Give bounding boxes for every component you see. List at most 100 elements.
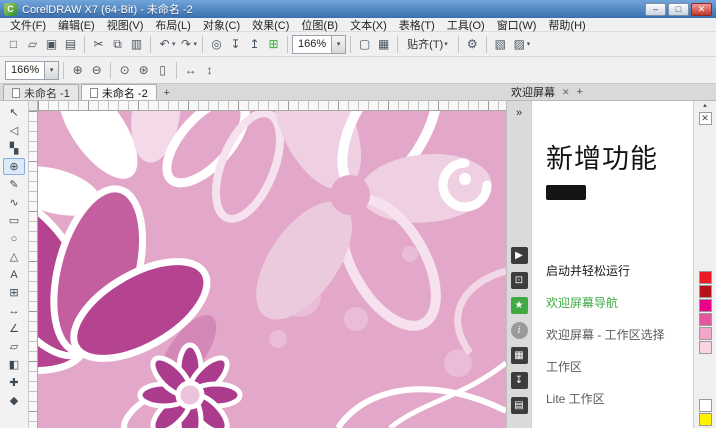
dimension-tool[interactable]: ↔ (3, 302, 25, 319)
menu-object[interactable]: 对象(C) (197, 17, 246, 33)
eyedropper-tool[interactable]: ✚ (3, 374, 25, 391)
chevron-down-icon[interactable]: ▾ (44, 62, 58, 79)
docker-close-icon[interactable]: ✕ (562, 87, 570, 98)
zoom-levels-combo[interactable]: 166% ▾ (5, 61, 59, 80)
menu-tools[interactable]: 工具(O) (441, 17, 491, 33)
info-icon[interactable]: i (511, 322, 528, 339)
export-icon[interactable]: ↥ (245, 35, 264, 54)
toolbar-separator (84, 36, 85, 53)
ruler-origin[interactable] (29, 101, 38, 111)
zoom-tool[interactable]: ⊕ (3, 158, 25, 175)
undo-dropdown-icon[interactable]: ▾ (172, 40, 176, 48)
zoom-to-page-icon[interactable]: ▯ (153, 61, 172, 80)
toolbar-separator (110, 62, 111, 79)
color-swatch-white[interactable] (699, 399, 712, 412)
artistic-media-tool[interactable]: ∿ (3, 194, 25, 211)
rectangle-tool[interactable]: ▭ (3, 212, 25, 229)
shape-tool[interactable]: ◁ (3, 122, 25, 139)
import-icon[interactable]: ↧ (226, 35, 245, 54)
vertical-ruler[interactable] (29, 111, 38, 428)
show-rulers-icon[interactable]: ▦ (374, 35, 393, 54)
no-color-swatch[interactable]: ✕ (699, 112, 712, 125)
table-tool[interactable]: ⊞ (3, 284, 25, 301)
redo-dropdown-icon[interactable]: ▾ (194, 40, 198, 48)
menu-bitmaps[interactable]: 位图(B) (295, 17, 344, 33)
polygon-tool[interactable]: △ (3, 248, 25, 265)
fullscreen-preview-icon[interactable]: ▢ (355, 35, 374, 54)
drawing-canvas[interactable] (38, 111, 506, 428)
print-icon[interactable]: ▤ (61, 35, 80, 54)
updates-download-icon[interactable]: ↧ (511, 372, 528, 389)
zoom-out-icon[interactable]: ⊖ (87, 61, 106, 80)
welcome-screen-tab[interactable]: 欢迎屏幕 (511, 84, 555, 100)
menu-table[interactable]: 表格(T) (393, 17, 441, 33)
save-icon[interactable]: ▣ (42, 35, 61, 54)
link-lite-workspace[interactable]: Lite 工作区 (546, 390, 685, 407)
docker-collapse-icon[interactable]: » (516, 107, 522, 119)
zoom-page-width-icon[interactable]: ↔ (181, 61, 200, 80)
maximize-button[interactable]: □ (668, 3, 689, 16)
link-workspace[interactable]: 工作区 (546, 358, 685, 375)
docker-add-icon[interactable]: + (577, 86, 583, 98)
link-get-started[interactable]: 启动并轻松运行 (546, 262, 685, 279)
text-tool[interactable]: A (3, 266, 25, 283)
color-swatch-dark-red[interactable] (699, 285, 712, 298)
minimize-button[interactable]: – (645, 3, 666, 16)
color-swatch-magenta[interactable] (699, 299, 712, 312)
zoom-selected-icon[interactable]: ⊙ (115, 61, 134, 80)
link-welcome-navigation[interactable]: 欢迎屏幕导航 (546, 294, 685, 311)
cut-icon[interactable]: ✂ (89, 35, 108, 54)
color-swatch-light-pink[interactable] (699, 327, 712, 340)
close-button[interactable]: ✕ (691, 3, 712, 16)
dockers-icon[interactable]: ▧ (491, 35, 510, 54)
palette-scroll-up-icon[interactable]: ▲ (702, 103, 708, 111)
menu-text[interactable]: 文本(X) (344, 17, 393, 33)
get-started-play-icon[interactable]: ▶ (511, 247, 528, 264)
pick-tool[interactable]: ↖ (3, 104, 25, 121)
menu-window[interactable]: 窗口(W) (491, 17, 543, 33)
menu-view[interactable]: 视图(V) (101, 17, 150, 33)
toolbar-separator (486, 36, 487, 53)
color-swatch-yellow[interactable] (699, 413, 712, 426)
zoom-level-combo[interactable]: 166% ▾ (292, 35, 346, 54)
menu-effects[interactable]: 效果(C) (246, 17, 295, 33)
menu-help[interactable]: 帮助(H) (542, 17, 591, 33)
chevron-down-icon[interactable]: ▾ (331, 36, 345, 53)
drop-shadow-tool[interactable]: ▱ (3, 338, 25, 355)
color-swatch-pale-pink[interactable] (699, 341, 712, 354)
document-tab-1[interactable]: 未命名 -1 (3, 84, 79, 100)
menu-edit[interactable]: 编辑(E) (52, 17, 101, 33)
snap-to-button[interactable]: 贴齐(T) ▾ (402, 35, 454, 54)
new-tab-button[interactable]: + (159, 85, 175, 100)
options-gear-icon[interactable]: ⚙ (463, 35, 482, 54)
palettes-dropdown-icon[interactable]: ▾ (527, 40, 531, 48)
ellipse-tool[interactable]: ○ (3, 230, 25, 247)
connector-tool[interactable]: ∠ (3, 320, 25, 337)
title-bar[interactable]: C CorelDRAW X7 (64-Bit) - 未命名 -2 – □ ✕ (0, 0, 716, 18)
gallery-grid-icon[interactable]: ▦ (511, 347, 528, 364)
new-document-icon[interactable]: □ (4, 35, 23, 54)
learning-book-icon[interactable]: ▤ (511, 397, 528, 414)
color-swatch-pink[interactable] (699, 313, 712, 326)
paste-icon[interactable]: ▥ (127, 35, 146, 54)
zoom-all-objects-icon[interactable]: ⊛ (134, 61, 153, 80)
new-features-screen-icon[interactable]: ⊡ (511, 272, 528, 289)
transparency-tool[interactable]: ◧ (3, 356, 25, 373)
menu-file[interactable]: 文件(F) (4, 17, 52, 33)
app-launcher-icon[interactable]: ⊞ (264, 35, 283, 54)
workspace-star-icon[interactable]: ★ (511, 297, 528, 314)
search-icon[interactable]: ◎ (207, 35, 226, 54)
freehand-tool[interactable]: ✎ (3, 176, 25, 193)
open-icon[interactable]: ▱ (23, 35, 42, 54)
document-tab-label: 未命名 -1 (24, 85, 70, 101)
zoom-page-height-icon[interactable]: ↕ (200, 61, 219, 80)
color-swatch-red[interactable] (699, 271, 712, 284)
link-workspace-selection[interactable]: 欢迎屏幕 - 工作区选择 (546, 326, 685, 343)
zoom-in-icon[interactable]: ⊕ (68, 61, 87, 80)
interactive-fill-tool[interactable]: ◆ (3, 392, 25, 409)
copy-icon[interactable]: ⧉ (108, 35, 127, 54)
horizontal-ruler[interactable] (38, 101, 506, 111)
document-tab-2[interactable]: 未命名 -2 (81, 84, 157, 100)
menu-layout[interactable]: 布局(L) (149, 17, 196, 33)
crop-tool[interactable]: ▚ (3, 140, 25, 157)
